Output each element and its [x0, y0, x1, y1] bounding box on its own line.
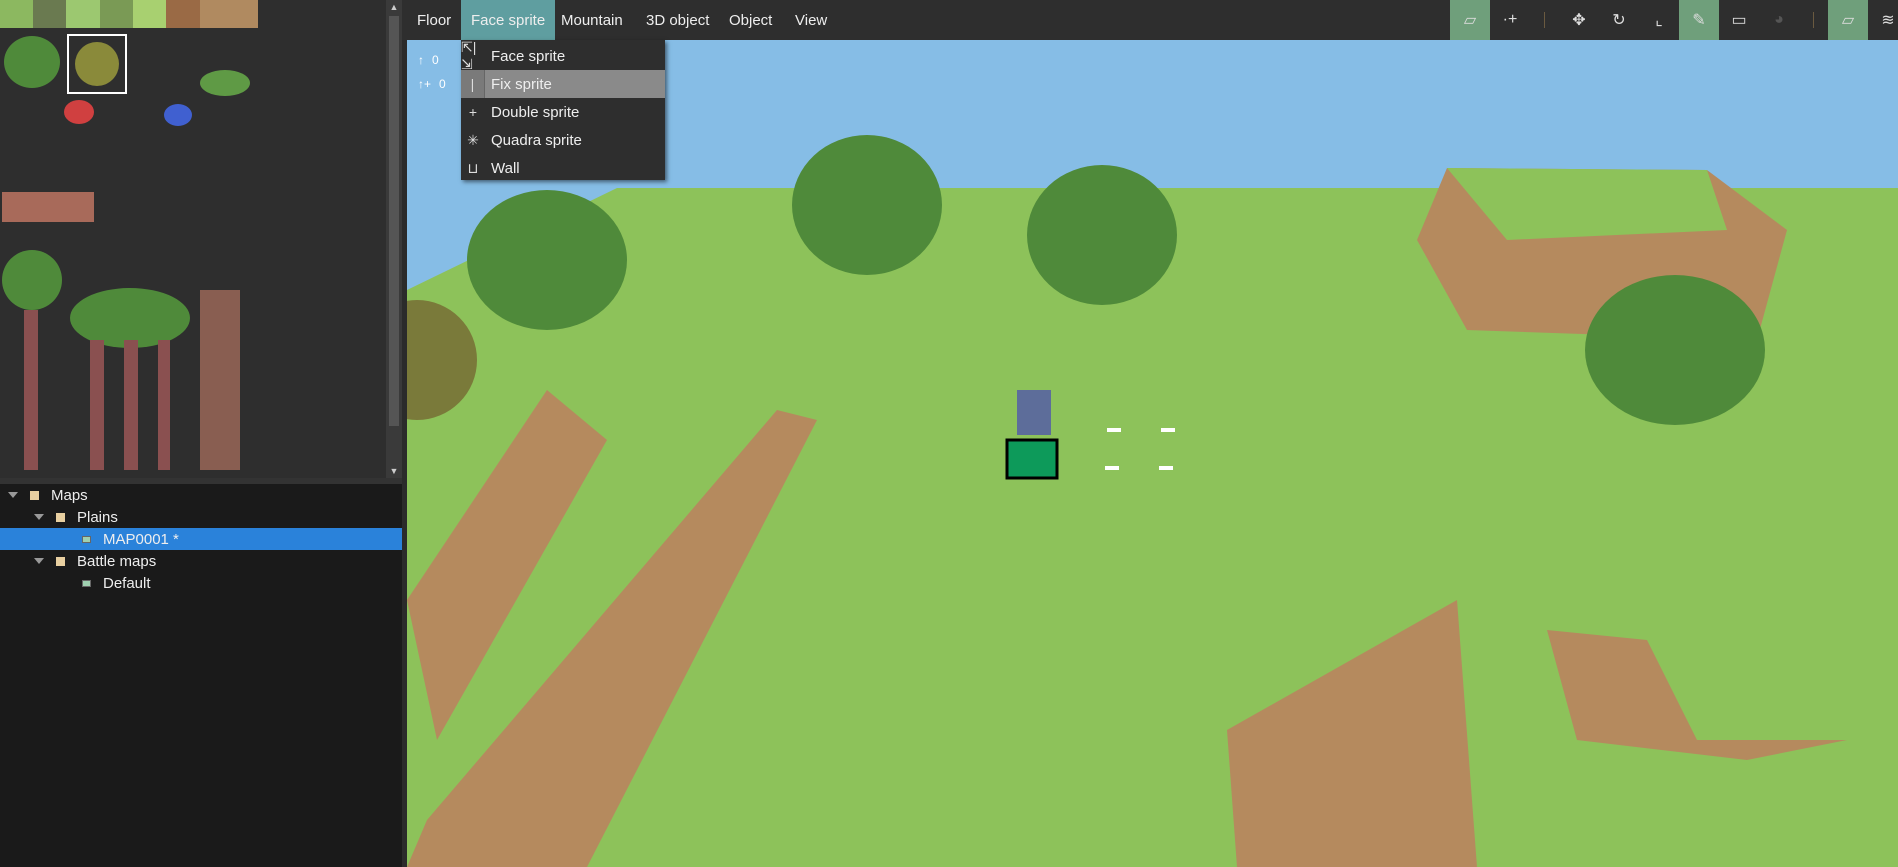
tree-label: Default	[103, 574, 151, 592]
map-icon	[82, 579, 91, 587]
tree-item-maps[interactable]: Maps	[0, 484, 402, 506]
folder-icon	[30, 490, 39, 500]
toolbar-divider	[1544, 12, 1545, 28]
tree	[467, 190, 627, 330]
menu-item-double-sprite[interactable]: + Double sprite	[461, 98, 665, 126]
floor-tiles[interactable]	[0, 0, 258, 28]
menu-item-label: Fix sprite	[491, 75, 552, 93]
tile-dead-tree	[200, 290, 240, 470]
add-point-button[interactable]: ·+	[1490, 0, 1530, 40]
menu-face-sprite[interactable]: Face sprite	[461, 0, 556, 40]
tile-mushroom-blue	[164, 104, 192, 126]
tile-tree-row	[70, 288, 190, 348]
pencil-button[interactable]: ✎	[1679, 0, 1719, 40]
map-icon	[82, 535, 91, 543]
wall-icon: ⊔	[467, 159, 479, 176]
tile-tree	[2, 250, 62, 310]
height-counter: ↑ 0	[418, 48, 446, 72]
menu-mountain[interactable]: Mountain	[551, 0, 633, 40]
tile-log	[2, 192, 94, 222]
tileset-scrollbar[interactable]: ▲ ▼	[386, 0, 402, 478]
rotate-button[interactable]: ↻	[1599, 0, 1639, 40]
tile-shrub	[200, 70, 250, 96]
tree-item-plains[interactable]: Plains	[0, 506, 402, 528]
add-layer-button[interactable]: ▱	[1450, 0, 1490, 40]
tileset-palette[interactable]	[0, 0, 386, 478]
folder-icon	[56, 512, 65, 522]
cursor-counters: ↑ 0 ↑+ 0	[418, 48, 446, 96]
scroll-up-icon[interactable]: ▲	[386, 0, 402, 14]
expand-arrow-icon[interactable]	[34, 514, 44, 520]
expand-arrow-icon[interactable]	[34, 558, 44, 564]
tree-item-battle-maps[interactable]: Battle maps	[0, 550, 402, 572]
rectangle-button[interactable]: ▭	[1719, 0, 1759, 40]
arrow-up-plus-icon: ↑+	[418, 77, 432, 91]
tree-label: Maps	[51, 486, 88, 504]
quadra-sprite-icon: ✳	[467, 131, 479, 148]
tile-mushroom	[64, 100, 94, 124]
counter-value: 0	[439, 77, 446, 91]
menu-item-label: Wall	[491, 159, 520, 177]
counter-value: 0	[432, 53, 439, 67]
menu-item-fix-sprite[interactable]: | Fix sprite	[461, 70, 665, 98]
height-plus-counter: ↑+ 0	[418, 72, 446, 96]
expand-arrow-icon[interactable]	[8, 492, 18, 498]
tree	[792, 135, 942, 275]
selected-tile[interactable]	[67, 34, 127, 94]
menu-item-label: Quadra sprite	[491, 131, 582, 149]
menu-object[interactable]: Object	[719, 0, 782, 40]
player-character	[1017, 390, 1051, 435]
translate-button[interactable]: ✥	[1559, 0, 1599, 40]
scale-button[interactable]: ⌞	[1639, 0, 1679, 40]
arrow-up-icon: ↑	[418, 53, 424, 67]
tile-bush[interactable]	[4, 36, 60, 88]
menu-item-label: Face sprite	[491, 47, 566, 65]
face-sprite-icon: ⇱|⇲	[461, 39, 477, 72]
toolbar-divider	[1813, 12, 1814, 28]
map-tree[interactable]: Maps Plains MAP0001 * Battle maps Defaul…	[0, 484, 402, 594]
scrollbar-thumb[interactable]	[389, 16, 399, 426]
menu-floor[interactable]: Floor	[407, 0, 461, 40]
menu-item-wall[interactable]: ⊔ Wall	[461, 154, 665, 182]
fix-sprite-icon: |	[461, 70, 485, 98]
menu-item-label: Double sprite	[491, 103, 580, 121]
folder-icon	[56, 556, 65, 566]
scroll-down-icon[interactable]: ▼	[386, 464, 402, 478]
face-sprite-dropdown: ⇱|⇲ Face sprite | Fix sprite + Double sprit…	[461, 39, 665, 182]
menu-3d-object[interactable]: 3D object	[636, 0, 719, 40]
layer-on-button[interactable]: ▱	[1828, 0, 1868, 40]
menu-item-quadra-sprite[interactable]: ✳ Quadra sprite	[461, 126, 665, 154]
tree-item-default[interactable]: Default	[0, 572, 402, 594]
menu-view[interactable]: View	[785, 0, 837, 40]
tree-label: MAP0001 *	[103, 530, 179, 548]
selected-tile-cursor	[1005, 438, 1059, 480]
toolbar: ▱ ·+ ✥ ↻ ⌞ ✎ ▭ ◕ ▱ ≋	[1450, 0, 1898, 40]
tree	[1027, 165, 1177, 305]
double-sprite-icon: +	[468, 104, 478, 120]
tree	[1585, 275, 1765, 425]
layers-button[interactable]: ≋	[1868, 0, 1898, 40]
left-panel: ▲ ▼ Maps Plains MAP0001 * Battle maps De…	[0, 0, 402, 867]
tree-label: Plains	[77, 508, 118, 526]
tile-trunk	[24, 310, 38, 470]
menu-item-face-sprite[interactable]: ⇱|⇲ Face sprite	[461, 39, 665, 72]
tree-item-map0001[interactable]: MAP0001 *	[0, 528, 402, 550]
tile-trunks	[90, 340, 170, 470]
tree-label: Battle maps	[77, 552, 157, 570]
paint-bucket-button[interactable]: ◕	[1759, 0, 1799, 40]
